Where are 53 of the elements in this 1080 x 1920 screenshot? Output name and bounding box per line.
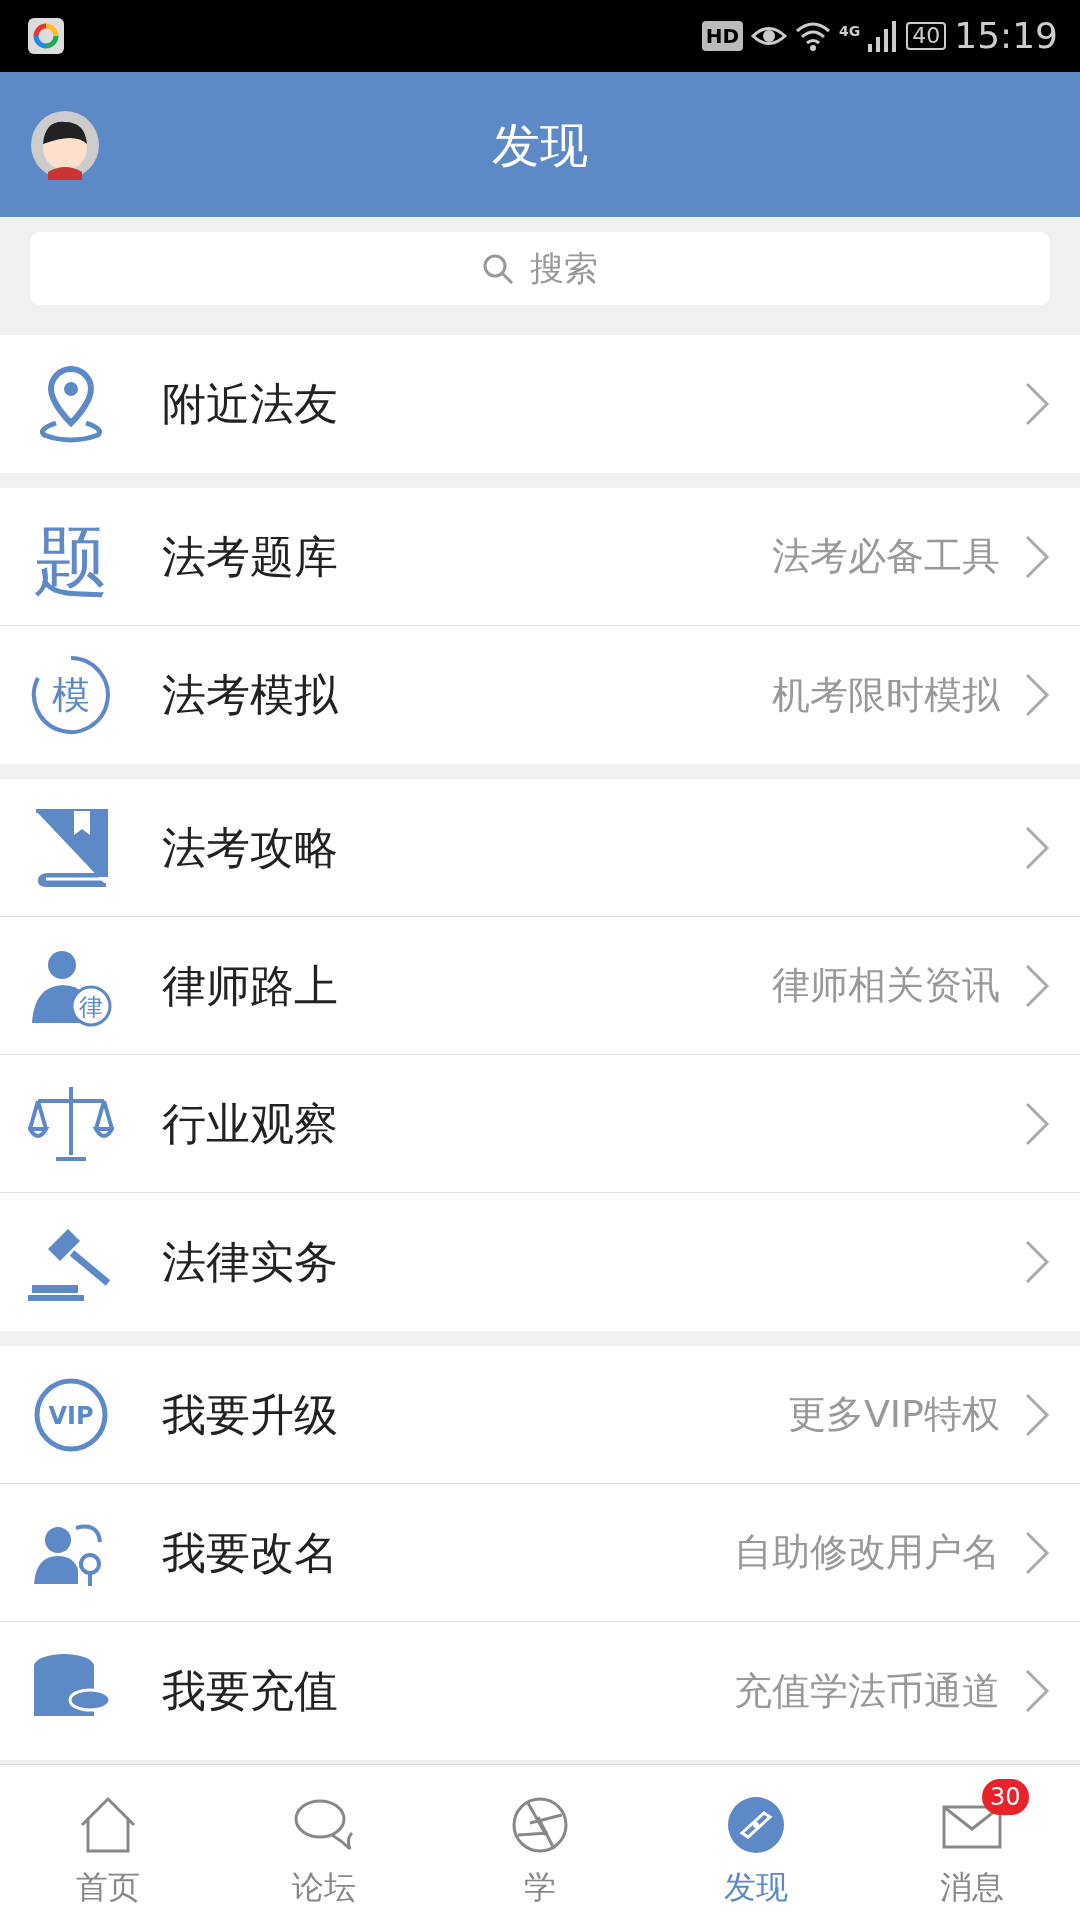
item-label: 我要升级 <box>162 1387 338 1442</box>
clock: 15:19 <box>954 14 1058 58</box>
tab-bar-item[interactable]: 消息 30 <box>864 1765 1080 1920</box>
item-label: 法考模拟 <box>162 668 338 722</box>
item-label: 法考攻略 <box>162 820 338 875</box>
chevron-icon <box>1024 1239 1050 1285</box>
chevron-icon <box>1024 381 1050 427</box>
item-label: 法考题库 <box>162 529 338 584</box>
item-hint: 机考限时模拟 <box>772 671 1000 719</box>
tab-bar-item[interactable]: 首页 <box>0 1765 216 1920</box>
unread-count: 30 <box>982 1779 1029 1815</box>
item-label: 我要充值 <box>162 1664 338 1718</box>
hd-indicator: HD <box>701 21 743 51</box>
item-label: 行业观察 <box>162 1096 338 1151</box>
item-hint: 自助修改用户名 <box>734 1529 1000 1576</box>
list-item[interactable]: 附近法友 <box>0 335 1080 473</box>
chevron-icon <box>1024 672 1050 718</box>
wifi-icon <box>795 21 831 51</box>
list-item[interactable]: 法律实务 <box>0 1193 1080 1331</box>
item-hint: 律师相关资讯 <box>772 962 1000 1009</box>
chevron-icon <box>1024 824 1050 871</box>
character-icon: 题 <box>28 513 114 600</box>
list-item[interactable]: 我要改名 自助修改用户名 <box>0 1484 1080 1622</box>
list-item[interactable]: 行业观察 <box>0 1055 1080 1193</box>
tab-bar-item[interactable]: 学 <box>432 1765 648 1920</box>
chevron-icon <box>1024 962 1050 1009</box>
network-type: 4G <box>839 22 861 41</box>
chevron-icon <box>1024 1668 1050 1714</box>
list-item[interactable]: 我要充值 充值学法币通道 <box>0 1622 1080 1760</box>
item-hint: 法考必备工具 <box>772 533 1000 580</box>
list-item[interactable]: 法考攻略 <box>0 779 1080 917</box>
page-title: 发现 <box>492 115 588 175</box>
tab-bar-item[interactable]: 发现 <box>648 1765 864 1920</box>
item-label: 附近法友 <box>162 377 338 431</box>
item-label: 我要改名 <box>162 1525 338 1580</box>
item-label: 律师路上 <box>162 958 338 1013</box>
battery-level: 40 <box>906 22 947 50</box>
app-icon <box>28 18 64 54</box>
signal-icon <box>868 20 899 52</box>
chevron-icon <box>1024 1100 1050 1147</box>
chevron-icon <box>1024 533 1050 580</box>
search-icon <box>482 252 514 285</box>
item-hint: 充值学法币通道 <box>734 1667 1000 1715</box>
list-item[interactable]: 律 律师路上 律师相关资讯 <box>0 917 1080 1055</box>
list-item[interactable]: 模 法考模拟 机考限时模拟 <box>0 626 1080 764</box>
list-item[interactable]: 题 法考题库 法考必备工具 <box>0 488 1080 626</box>
list-item[interactable]: VIP 我要升级 更多VIP特权 <box>0 1346 1080 1484</box>
item-hint: 更多VIP特权 <box>787 1391 1000 1438</box>
chevron-icon <box>1024 1529 1050 1576</box>
tab-bar-item[interactable]: 论坛 <box>216 1765 432 1920</box>
avatar[interactable] <box>30 110 100 180</box>
item-label: 法律实务 <box>162 1235 338 1289</box>
chevron-icon <box>1024 1391 1050 1438</box>
